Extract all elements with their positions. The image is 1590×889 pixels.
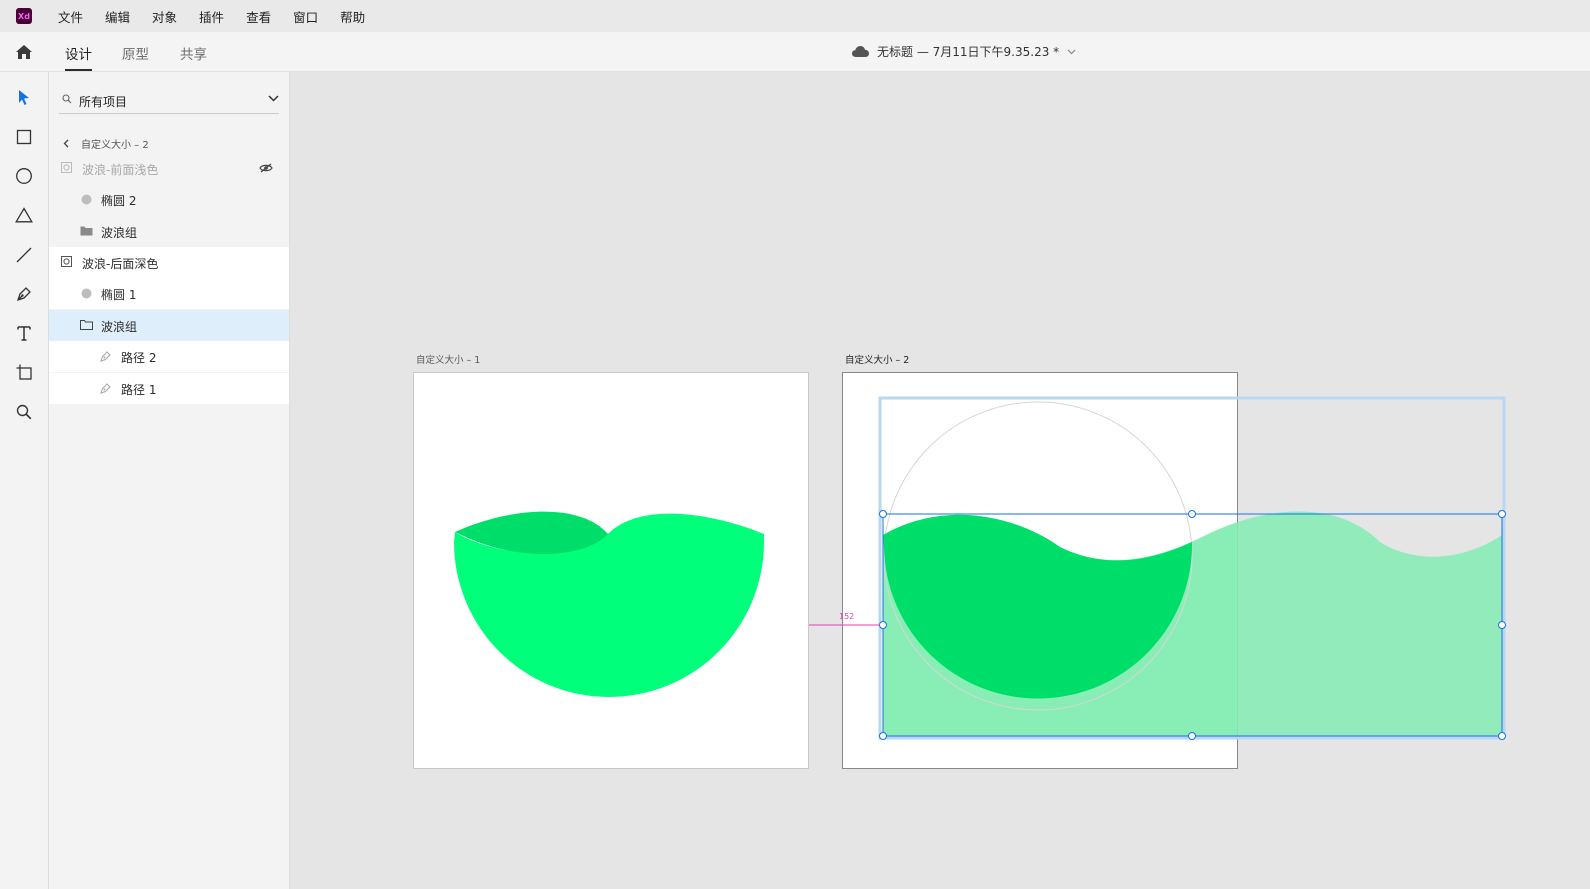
tool-bar	[0, 72, 49, 889]
chevron-down-icon[interactable]	[268, 95, 279, 102]
select-icon	[19, 90, 29, 105]
ellipse-icon	[16, 168, 32, 184]
document-title-text: 无标题 — 7月11日下午9.35.23 *	[877, 45, 1060, 59]
text-icon	[17, 326, 31, 341]
menu-plugins[interactable]: 插件	[199, 7, 224, 26]
artboard-tool[interactable]	[14, 362, 34, 382]
path-icon	[100, 351, 111, 362]
layer-label: 路径 2	[121, 351, 157, 365]
eye-hidden-icon[interactable]	[259, 163, 273, 173]
resize-handle	[879, 510, 887, 518]
group-mask-icon	[61, 256, 72, 267]
layer-row[interactable]: 椭圆 2	[49, 184, 289, 215]
layer-label: 波浪组	[101, 320, 138, 334]
zoom-icon	[16, 404, 32, 420]
layer-row[interactable]: 路径 2	[49, 341, 289, 372]
xd-logo: Xd	[16, 8, 32, 24]
layer-label: 波浪-后面深色	[82, 257, 159, 271]
layer-row[interactable]: 波浪-前面浅色	[49, 153, 289, 184]
menu-file[interactable]: 文件	[58, 7, 83, 26]
mode-tab-bar: 设计 原型 共享 无标题 — 7月11日下午9.35.23 *	[0, 32, 1590, 72]
pen-tool[interactable]	[14, 284, 34, 304]
resize-handle	[1498, 732, 1506, 740]
folder-outline-icon	[80, 320, 93, 330]
select-tool[interactable]	[14, 88, 34, 108]
layers-filter[interactable]	[59, 90, 279, 114]
path-icon	[100, 383, 111, 394]
ellipse-layer-icon	[81, 288, 92, 299]
distance-label: 152	[839, 612, 855, 621]
pen-icon	[16, 287, 31, 302]
layer-row-selected[interactable]: 波浪组	[49, 310, 289, 341]
menu-object[interactable]: 对象	[152, 7, 177, 26]
menu-window[interactable]: 窗口	[293, 7, 318, 26]
layer-row[interactable]: 椭圆 1	[49, 278, 289, 309]
line-tool[interactable]	[14, 245, 34, 265]
layer-label: 波浪组	[101, 226, 138, 240]
chevron-down-icon[interactable]	[1067, 49, 1076, 55]
tab-design[interactable]: 设计	[65, 43, 92, 63]
zoom-tool[interactable]	[14, 402, 34, 422]
canvas-artwork	[454, 372, 1506, 740]
chevron-left-icon	[63, 139, 69, 148]
document-title[interactable]: 无标题 — 7月11日下午9.35.23 *	[852, 43, 1076, 60]
layer-label: 波浪-前面浅色	[82, 163, 159, 177]
polygon-icon	[15, 207, 33, 223]
tab-prototype[interactable]: 原型	[122, 43, 149, 63]
menu-bar: Xd 文件 编辑 对象 插件 查看 窗口 帮助	[0, 0, 1590, 32]
back-breadcrumb-label: 自定义大小 – 2	[81, 140, 149, 151]
layer-label: 椭圆 1	[101, 288, 137, 302]
active-tab-indicator	[65, 69, 92, 71]
layer-row[interactable]: 波浪组	[49, 216, 289, 247]
resize-handle	[1498, 510, 1506, 518]
layer-row[interactable]: 波浪-后面深色	[49, 247, 289, 278]
rectangle-tool[interactable]	[14, 127, 34, 147]
layer-label: 路径 1	[121, 383, 157, 397]
artboard-icon	[16, 364, 32, 380]
layers-filter-input[interactable]	[79, 92, 259, 110]
layers-panel: 自定义大小 – 2 波浪-前面浅色 椭圆 2 波浪组 波浪-后面深色 椭圆 1 …	[49, 72, 290, 889]
layers-back-breadcrumb[interactable]: 自定义大小 – 2	[63, 136, 149, 151]
tab-share[interactable]: 共享	[180, 43, 207, 63]
resize-handle	[1188, 732, 1196, 740]
resize-handle	[1498, 621, 1506, 629]
text-tool[interactable]	[14, 323, 34, 343]
layer-label: 椭圆 2	[101, 194, 137, 208]
resize-handle	[1188, 510, 1196, 518]
line-icon	[16, 247, 32, 263]
menu-edit[interactable]: 编辑	[105, 7, 130, 26]
ellipse-layer-icon	[81, 194, 92, 205]
ellipse-tool[interactable]	[14, 166, 34, 186]
group-mask-icon	[61, 162, 72, 173]
design-canvas[interactable]: 自定义大小 – 1 自定义大小 – 2 152	[290, 72, 1590, 889]
polygon-tool[interactable]	[14, 205, 34, 225]
home-icon[interactable]	[14, 42, 34, 62]
resize-handle	[879, 621, 887, 629]
folder-filled-icon	[80, 226, 93, 236]
menu-help[interactable]: 帮助	[340, 7, 365, 26]
resize-handle	[879, 732, 887, 740]
cloud-icon	[852, 46, 869, 57]
search-icon	[62, 94, 72, 104]
menu-view[interactable]: 查看	[246, 7, 271, 26]
layer-row[interactable]: 路径 1	[49, 373, 289, 404]
rectangle-icon	[16, 129, 32, 145]
